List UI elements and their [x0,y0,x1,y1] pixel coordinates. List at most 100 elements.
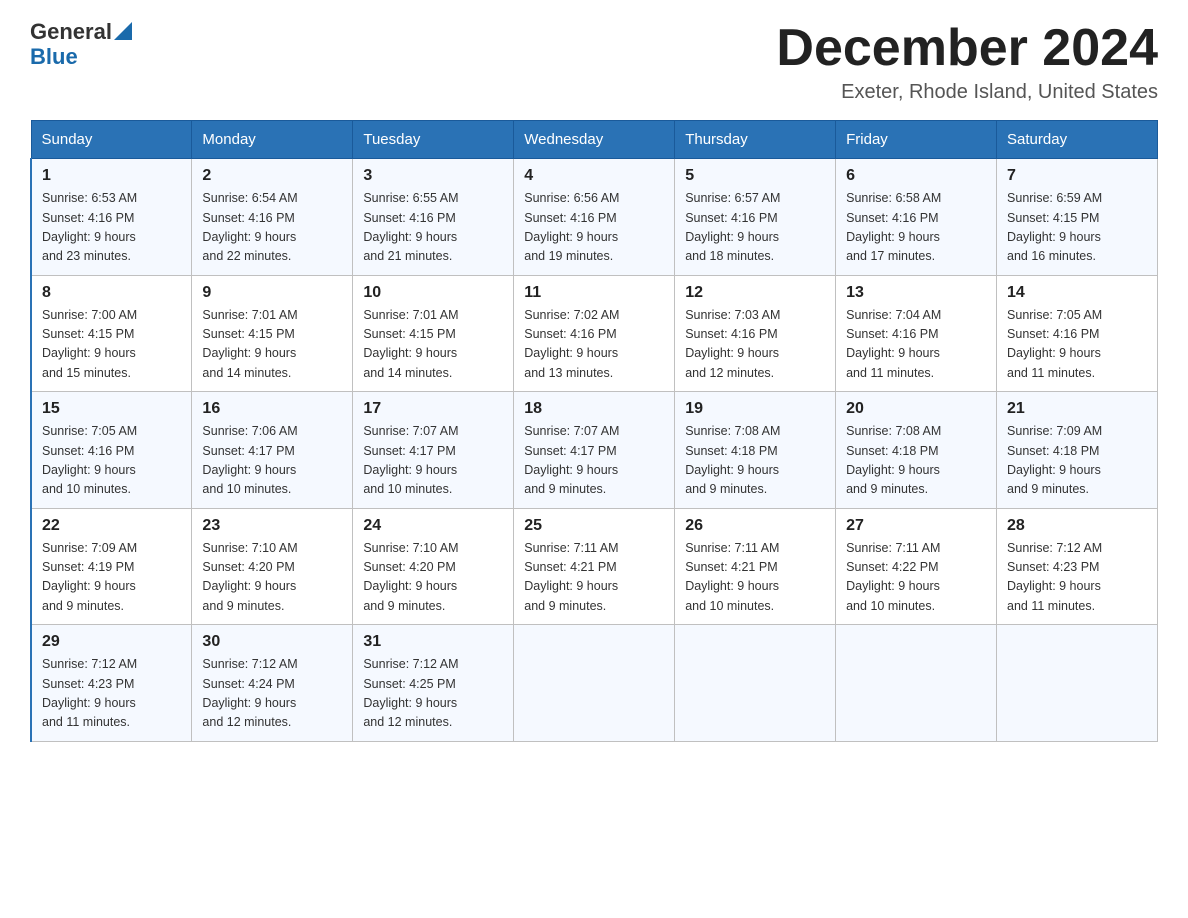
day-cell: 2Sunrise: 6:54 AMSunset: 4:16 PMDaylight… [192,159,353,276]
day-info: Sunrise: 7:07 AMSunset: 4:17 PMDaylight:… [524,422,664,500]
day-info: Sunrise: 7:05 AMSunset: 4:16 PMDaylight:… [1007,306,1147,384]
day-info: Sunrise: 7:06 AMSunset: 4:17 PMDaylight:… [202,422,342,500]
day-number: 3 [363,167,503,185]
day-info: Sunrise: 7:04 AMSunset: 4:16 PMDaylight:… [846,306,986,384]
week-row-5: 29 Sunrise: 7:12 AMSunset: 4:23 PMDayligh… [31,625,1158,742]
day-info: Sunrise: 7:12 AMSunset: 4:25 PMDaylight:… [363,655,503,733]
header-cell-wednesday: Wednesday [514,121,675,159]
day-info: Sunrise: 7:08 AMSunset: 4:18 PMDaylight:… [846,422,986,500]
day-cell: 1Sunrise: 6:53 AMSunset: 4:16 PMDaylight… [31,159,192,276]
week-row-1: 1Sunrise: 6:53 AMSunset: 4:16 PMDaylight… [31,159,1158,276]
day-cell: 27 Sunrise: 7:11 AMSunset: 4:22 PMDayligh… [836,508,997,625]
day-info: Sunrise: 6:53 AMSunset: 4:16 PMDaylight:… [42,189,181,267]
day-cell: 14 Sunrise: 7:05 AMSunset: 4:16 PMDayligh… [997,275,1158,392]
day-number: 17 [363,400,503,418]
day-info: Sunrise: 6:54 AMSunset: 4:16 PMDaylight:… [202,189,342,267]
header-cell-thursday: Thursday [675,121,836,159]
logo-triangle-icon [114,22,132,40]
day-number: 13 [846,284,986,302]
day-cell: 19 Sunrise: 7:08 AMSunset: 4:18 PMDayligh… [675,392,836,509]
day-number: 23 [202,517,342,535]
day-cell: 30 Sunrise: 7:12 AMSunset: 4:24 PMDayligh… [192,625,353,742]
title-block: December 2024 Exeter, Rhode Island, Unit… [776,20,1158,104]
day-cell: 15Sunrise: 7:05 AMSunset: 4:16 PMDayligh… [31,392,192,509]
day-cell: 21Sunrise: 7:09 AMSunset: 4:18 PMDayligh… [997,392,1158,509]
header-row: SundayMondayTuesdayWednesdayThursdayFrid… [31,121,1158,159]
day-cell: 3Sunrise: 6:55 AMSunset: 4:16 PMDaylight… [353,159,514,276]
day-number: 22 [42,517,181,535]
day-info: Sunrise: 7:03 AMSunset: 4:16 PMDaylight:… [685,306,825,384]
header-cell-monday: Monday [192,121,353,159]
day-cell [675,625,836,742]
day-number: 18 [524,400,664,418]
day-cell: 5Sunrise: 6:57 AMSunset: 4:16 PMDaylight… [675,159,836,276]
calendar-header: SundayMondayTuesdayWednesdayThursdayFrid… [31,121,1158,159]
day-info: Sunrise: 7:12 AMSunset: 4:23 PMDaylight:… [42,655,181,733]
day-number: 14 [1007,284,1147,302]
day-number: 16 [202,400,342,418]
day-number: 11 [524,284,664,302]
day-cell: 13 Sunrise: 7:04 AMSunset: 4:16 PMDayligh… [836,275,997,392]
logo-general-text: General [30,20,112,44]
day-number: 10 [363,284,503,302]
day-cell: 25 Sunrise: 7:11 AMSunset: 4:21 PMDayligh… [514,508,675,625]
day-info: Sunrise: 7:05 AMSunset: 4:16 PMDaylight:… [42,422,181,500]
day-info: Sunrise: 7:11 AMSunset: 4:22 PMDaylight:… [846,539,986,617]
day-info: Sunrise: 7:01 AMSunset: 4:15 PMDaylight:… [363,306,503,384]
day-cell: 8 Sunrise: 7:00 AMSunset: 4:15 PMDaylight… [31,275,192,392]
day-number: 30 [202,633,342,651]
week-row-3: 15Sunrise: 7:05 AMSunset: 4:16 PMDayligh… [31,392,1158,509]
calendar-body: 1Sunrise: 6:53 AMSunset: 4:16 PMDaylight… [31,159,1158,742]
day-number: 28 [1007,517,1147,535]
day-cell: 9 Sunrise: 7:01 AMSunset: 4:15 PMDaylight… [192,275,353,392]
day-cell: 16 Sunrise: 7:06 AMSunset: 4:17 PMDayligh… [192,392,353,509]
day-number: 8 [42,284,181,302]
day-info: Sunrise: 6:56 AMSunset: 4:16 PMDaylight:… [524,189,664,267]
day-number: 31 [363,633,503,651]
day-cell [997,625,1158,742]
day-cell: 26Sunrise: 7:11 AMSunset: 4:21 PMDayligh… [675,508,836,625]
logo-blue-text: Blue [30,45,132,69]
day-number: 29 [42,633,181,651]
day-info: Sunrise: 7:01 AMSunset: 4:15 PMDaylight:… [202,306,342,384]
calendar-table: SundayMondayTuesdayWednesdayThursdayFrid… [30,120,1158,742]
logo-text: General Blue [30,20,132,69]
day-number: 27 [846,517,986,535]
day-cell: 17Sunrise: 7:07 AMSunset: 4:17 PMDayligh… [353,392,514,509]
day-info: Sunrise: 6:58 AMSunset: 4:16 PMDaylight:… [846,189,986,267]
day-cell: 22 Sunrise: 7:09 AMSunset: 4:19 PMDayligh… [31,508,192,625]
day-cell: 4Sunrise: 6:56 AMSunset: 4:16 PMDaylight… [514,159,675,276]
day-number: 25 [524,517,664,535]
day-number: 12 [685,284,825,302]
day-number: 7 [1007,167,1147,185]
header-cell-saturday: Saturday [997,121,1158,159]
page-header: General Blue December 2024 Exeter, Rhode… [30,20,1158,104]
day-cell: 6Sunrise: 6:58 AMSunset: 4:16 PMDaylight… [836,159,997,276]
day-info: Sunrise: 7:11 AMSunset: 4:21 PMDaylight:… [524,539,664,617]
day-info: Sunrise: 7:10 AMSunset: 4:20 PMDaylight:… [363,539,503,617]
day-info: Sunrise: 7:08 AMSunset: 4:18 PMDaylight:… [685,422,825,500]
page-title: December 2024 [776,20,1158,77]
logo: General Blue [30,20,132,69]
day-info: Sunrise: 7:09 AMSunset: 4:19 PMDaylight:… [42,539,181,617]
day-number: 5 [685,167,825,185]
day-number: 19 [685,400,825,418]
day-info: Sunrise: 6:59 AMSunset: 4:15 PMDaylight:… [1007,189,1147,267]
header-cell-tuesday: Tuesday [353,121,514,159]
day-info: Sunrise: 7:10 AMSunset: 4:20 PMDaylight:… [202,539,342,617]
header-cell-friday: Friday [836,121,997,159]
day-info: Sunrise: 7:11 AMSunset: 4:21 PMDaylight:… [685,539,825,617]
day-cell: 23 Sunrise: 7:10 AMSunset: 4:20 PMDayligh… [192,508,353,625]
day-info: Sunrise: 7:12 AMSunset: 4:24 PMDaylight:… [202,655,342,733]
day-cell [836,625,997,742]
day-info: Sunrise: 7:09 AMSunset: 4:18 PMDaylight:… [1007,422,1147,500]
day-info: Sunrise: 7:12 AMSunset: 4:23 PMDaylight:… [1007,539,1147,617]
day-info: Sunrise: 7:00 AMSunset: 4:15 PMDaylight:… [42,306,181,384]
day-cell: 24Sunrise: 7:10 AMSunset: 4:20 PMDayligh… [353,508,514,625]
week-row-2: 8 Sunrise: 7:00 AMSunset: 4:15 PMDaylight… [31,275,1158,392]
day-number: 9 [202,284,342,302]
page-location: Exeter, Rhode Island, United States [776,81,1158,104]
day-cell: 28 Sunrise: 7:12 AMSunset: 4:23 PMDayligh… [997,508,1158,625]
day-cell: 12 Sunrise: 7:03 AMSunset: 4:16 PMDayligh… [675,275,836,392]
day-cell: 11Sunrise: 7:02 AMSunset: 4:16 PMDayligh… [514,275,675,392]
